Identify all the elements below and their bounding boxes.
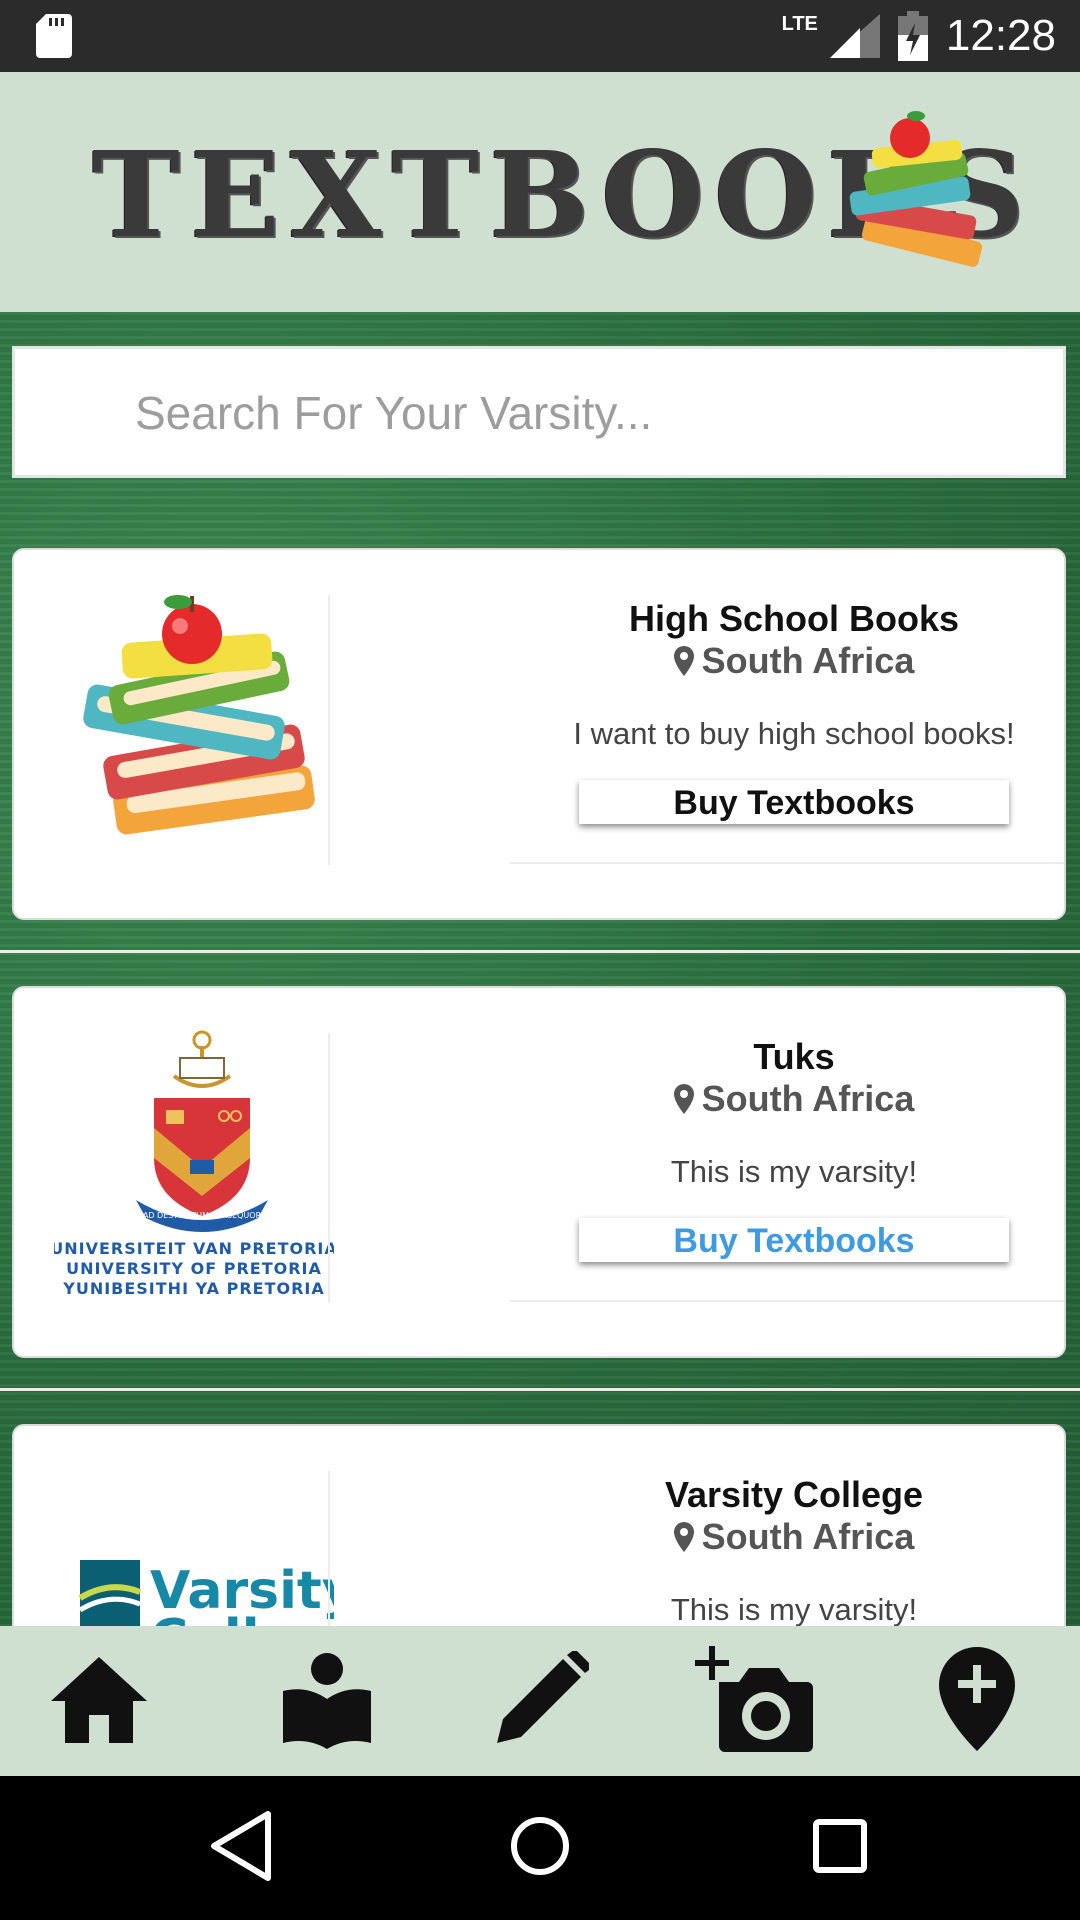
status-bar: LTE 12:28: [0, 0, 1080, 72]
card-divider: [328, 1033, 330, 1303]
card-divider: [328, 595, 330, 865]
logo-line-1: UNIVERSITEIT VAN PRETORIA: [54, 1239, 334, 1258]
buy-textbooks-button[interactable]: Buy Textbooks: [579, 1218, 1009, 1262]
card-bottom-divider: [510, 1300, 1064, 1302]
signal-icon: [829, 14, 880, 58]
university-of-pretoria-logo: AD DESTINATUM PERSEQUOR UNIVERSITEIT VAN…: [54, 1030, 334, 1298]
recents-icon[interactable]: [800, 1806, 880, 1886]
logo-line-2: UNIVERSITY OF PRETORIA: [66, 1259, 322, 1278]
add-photo-icon: [695, 1646, 813, 1752]
bottom-navigation: [0, 1626, 1080, 1776]
system-navigation-bar: [0, 1776, 1080, 1920]
search-box[interactable]: [12, 346, 1066, 478]
card-info: Tuks South Africa This is my varsity! Bu…: [504, 1036, 1064, 1262]
card-location-text: South Africa: [701, 1516, 915, 1557]
location-pin-icon: [673, 646, 694, 676]
add-location-icon: [939, 1647, 1015, 1751]
logo-line-3: YUNIBESITHI YA PRETORIA: [62, 1279, 325, 1298]
app-header: TEXTBOOKS: [0, 72, 1080, 312]
card-location: South Africa: [504, 1516, 1064, 1558]
list-divider: [0, 1388, 1080, 1391]
my-books-nav-button[interactable]: [272, 1644, 382, 1754]
home-icon: [51, 1657, 147, 1743]
card-info: Varsity College South Africa This is my …: [504, 1474, 1064, 1628]
card-title: Varsity College: [664, 1474, 924, 1515]
book-reader-icon: [283, 1653, 371, 1749]
list-divider: [0, 950, 1080, 953]
location-pin-icon: [673, 1084, 694, 1114]
card-bottom-divider: [510, 862, 1064, 864]
card-location: South Africa: [504, 1078, 1064, 1120]
network-type: LTE: [781, 12, 818, 35]
books-logo-icon: [849, 111, 983, 267]
sell-nav-button[interactable]: [486, 1644, 596, 1754]
card-location-text: South Africa: [701, 1078, 915, 1119]
card-location-text: South Africa: [701, 640, 915, 681]
card-title: High School Books: [628, 598, 959, 639]
card-info: High School Books South Africa I want to…: [504, 598, 1064, 824]
buy-textbooks-button[interactable]: Buy Textbooks: [579, 780, 1009, 824]
add-photo-nav-button[interactable]: [694, 1644, 814, 1754]
home-nav-button[interactable]: [44, 1644, 154, 1754]
sd-card-icon: [36, 14, 72, 58]
card-description: I want to buy high school books!: [573, 716, 1015, 751]
battery-icon: [897, 11, 928, 61]
varsity-card-tuks[interactable]: AD DESTINATUM PERSEQUOR UNIVERSITEIT VAN…: [12, 986, 1066, 1358]
search-input[interactable]: [133, 349, 1037, 477]
location-pin-icon: [673, 1522, 694, 1552]
add-location-nav-button[interactable]: [922, 1644, 1032, 1754]
home-circle-icon[interactable]: [500, 1806, 580, 1886]
card-location: South Africa: [504, 640, 1064, 682]
clock: 12:28: [945, 11, 1056, 60]
tuks-motto: AD DESTINATUM PERSEQUOR: [143, 1211, 262, 1220]
pencil-icon: [497, 1651, 589, 1743]
card-title: Tuks: [753, 1036, 835, 1077]
card-description: This is my varsity!: [670, 1154, 918, 1189]
varsity-card-high-school[interactable]: High School Books South Africa I want to…: [12, 548, 1066, 920]
books-stack-logo-icon: [83, 595, 315, 835]
back-icon[interactable]: [200, 1806, 280, 1886]
card-description: This is my varsity!: [670, 1592, 918, 1627]
